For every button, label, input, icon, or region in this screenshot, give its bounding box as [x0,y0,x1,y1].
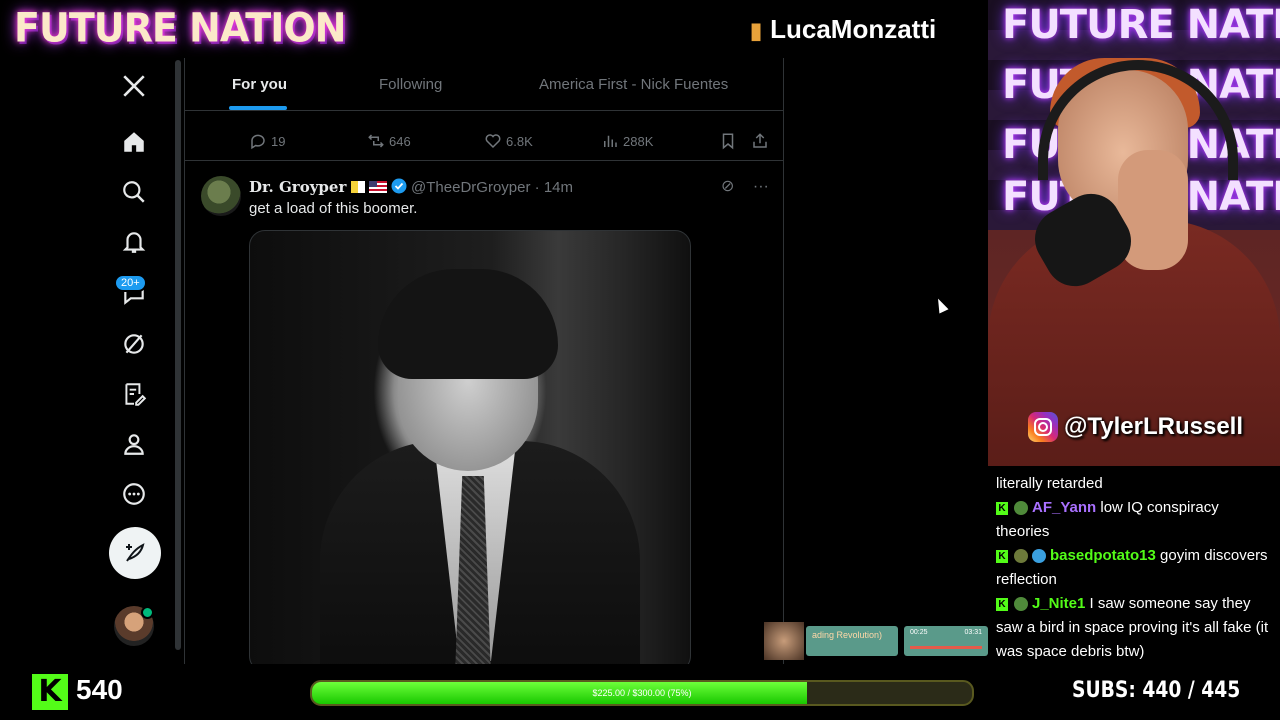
tweet-author-avatar[interactable] [201,176,241,216]
kick-logo-icon: K [32,674,68,710]
notifications-icon[interactable] [108,222,160,262]
profile-icon[interactable] [108,424,160,464]
repost-button[interactable]: 646 [367,132,411,150]
instagram-handle-overlay: @TylerLRussell [1028,412,1243,442]
webcam-feed: FUTURE NATION FUTURE NATION FUTURE NATIO… [988,0,1280,466]
soldier-badge-icon [1014,549,1028,564]
donation-goal-bar: $225.00 / $300.00 (75%) [310,680,974,706]
messages-badge: 20+ [114,274,147,292]
view-count: 288K [623,133,654,149]
kick-follower-count: 540 [76,674,123,705]
reply-count: 19 [271,133,286,149]
track-time-start: 00:25 [910,629,928,636]
instagram-handle-text: @TylerLRussell [1064,413,1244,440]
tweet-header: Dr. Groyper @TheeDrGroyper · 14m [249,178,573,198]
chat-message-text: literally retarded [996,475,1103,492]
verified-badge-icon [391,178,407,198]
search-icon[interactable] [108,172,160,212]
like-count: 6.8K [506,133,533,149]
mouse-cursor [933,296,949,314]
stream-brand-logo: FUTURE NATION [14,4,346,52]
tweet-text: get a load of this boomer. [249,200,418,217]
track-progress-bar [910,646,982,649]
compose-post-button[interactable] [109,527,161,579]
sidebar-scrollbar[interactable] [175,60,181,650]
track-time-end: 03:31 [964,629,982,636]
streamer-name-text: LucaMonzatti [770,14,937,44]
tweet-media-image[interactable] [249,230,691,664]
instagram-icon [1028,412,1058,442]
chat-username[interactable]: J_Nite1 [1032,595,1085,612]
x-logo-icon[interactable] [108,66,160,106]
repost-icon [368,134,384,148]
sub-counter: SUBS: 440 / 445 [1072,678,1240,703]
chat-message: Kbasedpotato13 goyim discovers reflectio… [988,544,1280,592]
reply-button[interactable]: 19 [249,132,285,150]
reply-icon [251,134,265,150]
chat-message: K AF_Yann low IQ conspiracy theories [988,496,1280,544]
home-icon[interactable] [108,122,160,162]
tab-following[interactable]: Following [379,76,442,93]
repost-count: 646 [389,133,411,149]
chat-message-text: low IQ conspiracy theories [996,499,1219,540]
more-icon[interactable] [108,474,160,514]
donation-goal-text: $225.00 / $300.00 (75%) [592,688,692,698]
live-chat: literally retarded K AF_Yann low IQ consp… [988,466,1280,666]
lists-icon[interactable] [108,374,160,414]
grok-icon[interactable] [108,324,160,364]
subs-label: SUBS: [1072,678,1136,703]
frog-badge-icon [1014,501,1028,516]
chat-message: K J_Nite1 I saw someone say they saw a bi… [988,592,1280,664]
tweet-author-handle[interactable]: @TheeDrGroyper [411,179,530,196]
media-figure-hair [378,269,558,379]
kick-badge-icon: K [996,501,1008,515]
player-controls: 00:25 03:31 [904,626,988,656]
us-flag-icon [368,180,387,197]
tweet-author-name[interactable]: Dr. Groyper [249,178,346,196]
tweet-tools: ⊘ ··· [721,176,769,196]
tab-for-you[interactable]: For you [232,76,287,93]
vatican-flag-icon [350,180,365,197]
views-button[interactable]: 288K [601,132,653,150]
like-button[interactable]: 6.8K [484,132,533,150]
tweet-timestamp[interactable]: · 14m [535,179,573,196]
heart-icon [485,134,501,149]
flame-icon: ▮ [750,18,763,43]
chat-username[interactable]: AF_Yann [1032,499,1096,516]
track-title: ading Revolution) [806,626,898,656]
subs-value: 440 / 445 [1142,678,1241,703]
timeline-feed: For you Following America First - Nick F… [184,58,784,664]
grok-icon[interactable]: ⊘ [721,178,734,195]
feather-plus-icon [126,543,145,562]
kick-badge-icon: K [996,597,1008,611]
online-indicator [141,606,154,619]
views-chart-icon [604,135,617,147]
album-art [764,622,804,660]
gem-badge-icon [1032,549,1046,564]
frog-badge-icon [1014,597,1028,612]
post-action-bar: 19 646 6.8K 288K [185,122,783,161]
account-avatar[interactable] [114,606,154,646]
streamer-name: ▮ LucaMonzatti [750,14,936,45]
kick-badge-icon: K [996,549,1008,563]
webcam-neon-sign: FUTURE NATION [1002,2,1280,48]
active-tab-indicator [229,106,287,110]
timeline-tabs: For you Following America First - Nick F… [185,58,783,111]
music-mini-player: ading Revolution) 00:25 03:31 [764,622,988,660]
tab-america-first[interactable]: America First - Nick Fuentes [539,76,728,93]
chat-username[interactable]: basedpotato13 [1050,547,1156,564]
share-button[interactable] [751,132,773,150]
bookmark-button[interactable] [719,132,741,150]
chat-message: literally retarded [988,472,1280,496]
more-options-icon[interactable]: ··· [753,178,769,195]
share-icon [753,133,767,148]
bookmark-icon [722,133,734,150]
